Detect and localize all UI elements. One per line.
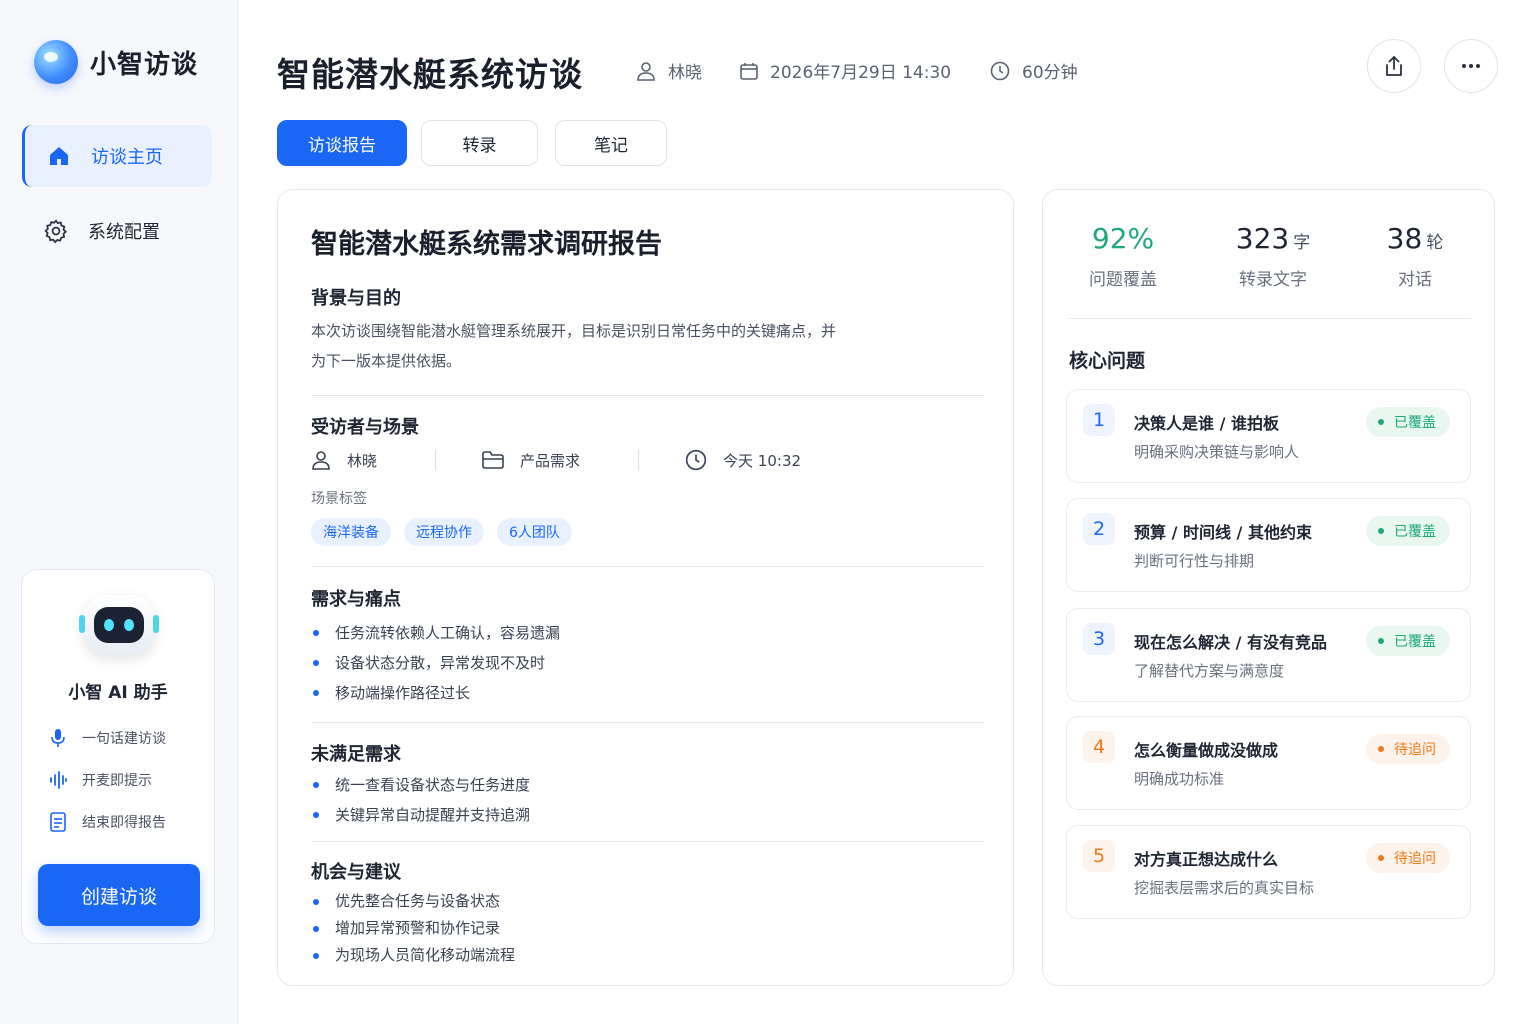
feature-item: 开麦即提示 — [48, 770, 152, 790]
question-card[interactable]: 3 现在怎么解决 / 有没有竞品 了解替代方案与满意度 已覆盖 — [1066, 608, 1471, 702]
interviewee-time: 今天 10:32 — [685, 449, 801, 471]
sidebar: 小智访谈 访谈主页 系统配置 小智 AI 助手 一句话建访谈 开麦即提示 结束即… — [0, 0, 238, 1024]
section-title: 背景与目的 — [311, 288, 401, 309]
opportunities-list: 优先整合任务与设备状态 增加异常预警和协作记录 为现场人员简化移动端流程 — [311, 888, 515, 969]
assistant-name: 小智 AI 助手 — [68, 683, 168, 703]
document-icon — [48, 812, 68, 832]
home-icon — [45, 142, 73, 170]
tag[interactable]: 6人团队 — [497, 518, 572, 546]
scene-tags: 海洋装备 远程协作 6人团队 — [311, 518, 585, 546]
meta-duration: 60分钟 — [990, 58, 1078, 83]
core-questions-title: 核心问题 — [1069, 350, 1146, 372]
folder-icon — [482, 451, 504, 469]
brand[interactable]: 小智访谈 — [34, 40, 198, 84]
pain-points-list: 任务流转依赖人工确认，容易遗漏 设备状态分散，异常发现不及时 移动端操作路径过长 — [311, 618, 560, 708]
sidebar-item-home[interactable]: 访谈主页 — [22, 125, 212, 187]
gear-icon — [42, 217, 70, 245]
status-badge: 待追问 — [1366, 734, 1450, 764]
stat-coverage: 92% 问题覆盖 — [1089, 222, 1157, 290]
list-item: 设备状态分散，异常发现不及时 — [311, 648, 560, 678]
share-icon — [1384, 55, 1404, 77]
stat-turns: 38 轮 对话 — [1386, 222, 1444, 290]
question-card[interactable]: 1 决策人是谁 / 谁拍板 明确采购决策链与影响人 已覆盖 — [1066, 389, 1471, 483]
summary-panel: 92% 问题覆盖 323 字 转录文字 38 轮 对话 核心问题 1 决策人是谁 /… — [1042, 189, 1495, 986]
section-title: 受访者与场景 — [311, 417, 419, 438]
background-text: 本次访谈围绕智能潜水艇管理系统展开，目标是识别日常任务中的关键痛点，并 为下一版… — [311, 322, 837, 370]
question-card[interactable]: 4 怎么衡量做成没做成 明确成功标准 待追问 — [1066, 716, 1471, 810]
calendar-icon — [740, 62, 758, 80]
divider — [311, 841, 984, 842]
clock-icon — [990, 61, 1010, 81]
separator — [435, 450, 437, 470]
tab-report[interactable]: 访谈报告 — [277, 120, 407, 166]
question-card[interactable]: 2 预算 / 时间线 / 其他约束 判断可行性与排期 已覆盖 — [1066, 498, 1471, 592]
create-interview-button[interactable]: 创建访谈 — [38, 864, 200, 926]
tag[interactable]: 海洋装备 — [311, 518, 391, 546]
interviewee-info: 林晓 产品需求 今天 10:32 — [311, 449, 801, 471]
separator — [638, 450, 640, 470]
meta-interviewer: 林晓 — [636, 58, 702, 83]
report-card: 智能潜水艇系统需求调研报告 背景与目的 本次访谈围绕智能潜水艇管理系统展开，目标… — [277, 189, 1014, 986]
section-title: 未满足需求 — [311, 744, 401, 765]
question-card[interactable]: 5 对方真正想达成什么 挖掘表层需求后的真实目标 待追问 — [1066, 825, 1471, 919]
tags-label: 场景标签 — [311, 491, 367, 507]
list-item: 任务流转依赖人工确认，容易遗漏 — [311, 618, 560, 648]
tag[interactable]: 远程协作 — [404, 518, 484, 546]
sidebar-item-config[interactable]: 系统配置 — [22, 200, 212, 262]
more-button[interactable] — [1444, 39, 1498, 93]
user-icon — [636, 61, 656, 81]
page-title: 智能潜水艇系统访谈 — [277, 55, 583, 94]
section-title: 需求与痛点 — [311, 589, 401, 610]
list-item: 为现场人员简化移动端流程 — [311, 942, 515, 969]
tab-notes[interactable]: 笔记 — [555, 120, 667, 166]
sidebar-item-label: 访谈主页 — [91, 147, 163, 168]
brand-name: 小智访谈 — [90, 49, 199, 80]
list-item: 关键异常自动提醒并支持追溯 — [311, 800, 530, 830]
feature-item: 一句话建访谈 — [48, 728, 166, 748]
sidebar-item-label: 系统配置 — [88, 222, 160, 243]
divider — [311, 722, 984, 723]
divider — [311, 395, 984, 396]
status-badge: 待追问 — [1366, 843, 1450, 873]
list-item: 统一查看设备状态与任务进度 — [311, 770, 530, 800]
status-badge: 已覆盖 — [1366, 626, 1450, 656]
status-badge: 已覆盖 — [1366, 407, 1450, 437]
meta-datetime: 2026年7月29日 14:30 — [740, 58, 951, 83]
sound-wave-icon — [48, 771, 68, 789]
tab-transcript[interactable]: 转录 — [421, 120, 538, 166]
robot-avatar-icon — [79, 595, 159, 655]
share-button[interactable] — [1367, 39, 1421, 93]
status-badge: 已覆盖 — [1366, 516, 1450, 546]
list-item: 移动端操作路径过长 — [311, 678, 560, 708]
assistant-card: 小智 AI 助手 一句话建访谈 开麦即提示 结束即得报告 创建访谈 — [21, 569, 215, 944]
divider — [311, 566, 984, 567]
unmet-needs-list: 统一查看设备状态与任务进度 关键异常自动提醒并支持追溯 — [311, 770, 530, 830]
more-icon — [1461, 63, 1481, 69]
feature-item: 结束即得报告 — [48, 812, 166, 832]
list-item: 增加异常预警和协作记录 — [311, 915, 515, 942]
stat-transcript-words: 323 字 转录文字 — [1235, 222, 1311, 290]
interviewee-category: 产品需求 — [482, 450, 580, 471]
report-title: 智能潜水艇系统需求调研报告 — [311, 229, 662, 260]
brand-logo-icon — [34, 40, 78, 84]
clock-icon — [685, 449, 707, 471]
list-item: 优先整合任务与设备状态 — [311, 888, 515, 915]
divider — [1069, 318, 1471, 319]
microphone-icon — [48, 728, 68, 748]
interviewee-name: 林晓 — [311, 450, 377, 471]
section-title: 机会与建议 — [311, 862, 401, 883]
user-icon — [311, 450, 331, 470]
